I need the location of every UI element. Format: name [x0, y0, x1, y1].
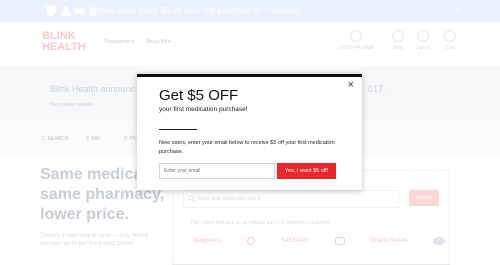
- modal-body-text: New users, enter your email below to rec…: [159, 140, 335, 155]
- modal-subtitle: your first medication purchase!: [159, 106, 248, 113]
- modal-divider: [159, 129, 197, 130]
- modal-title: Get $5 OFF: [159, 87, 239, 104]
- modal-close-button[interactable]: ×: [348, 79, 354, 91]
- discount-modal: × Get $5 OFF your first medication purch…: [137, 74, 362, 190]
- email-input[interactable]: [159, 163, 275, 179]
- claim-discount-button[interactable]: Yes, I want $5 off!: [277, 163, 336, 179]
